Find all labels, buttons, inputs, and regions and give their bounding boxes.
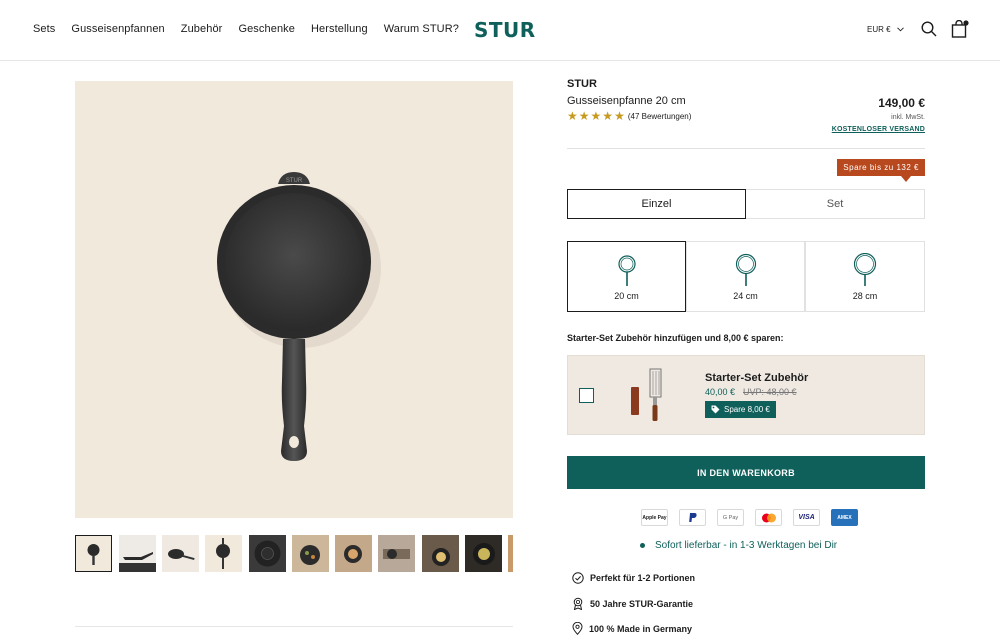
review-count[interactable]: (47 Bewertungen) <box>628 112 692 121</box>
star-icon: ★ <box>578 109 590 123</box>
pan-stamp-text: STUR <box>286 178 303 184</box>
upsell-save-tag: Spare 8,00 € <box>705 401 776 418</box>
size-option-28[interactable]: 28 cm <box>805 241 925 312</box>
apple-pay-icon: Apple Pay <box>641 509 668 526</box>
award-icon <box>573 597 583 610</box>
site-logo[interactable]: STUR <box>474 18 536 42</box>
upsell-checkbox[interactable] <box>579 388 594 403</box>
product-brand: STUR <box>567 78 597 90</box>
pan-size-icon <box>735 253 756 286</box>
currency-selector[interactable]: EUR € <box>867 25 904 34</box>
nav-herstellung[interactable]: Herstellung <box>311 23 368 35</box>
nav-gusseisenpfannen[interactable]: Gusseisenpfannen <box>71 23 164 35</box>
thumbnail-4[interactable] <box>205 535 242 572</box>
star-icon: ★ <box>614 109 625 123</box>
visa-icon: VISA <box>793 509 820 526</box>
thumbnail-7[interactable] <box>335 535 372 572</box>
thumbnail-8[interactable] <box>378 535 415 572</box>
feature-portions: Perfekt für 1-2 Portionen <box>572 572 695 584</box>
delivery-status: Sofort lieferbar - in 1-3 Werktagen bei … <box>640 540 837 551</box>
search-icon[interactable] <box>921 21 937 37</box>
feature-text: Perfekt für 1-2 Portionen <box>590 573 696 583</box>
option-set[interactable]: Set <box>746 189 925 219</box>
feature-guarantee: 50 Jahre STUR-Garantie <box>572 597 693 610</box>
product-rating[interactable]: ★ ★ ★ ★ ★ (47 Bewertungen) <box>567 110 691 122</box>
product-main-image[interactable]: STUR <box>75 81 513 518</box>
in-stock-dot-icon <box>640 543 645 548</box>
nav-warum-stur[interactable]: Warum STUR? <box>384 23 459 35</box>
site-header: Sets Gusseisenpfannen Zubehör Geschenke … <box>0 0 1000 61</box>
size-option-20[interactable]: 20 cm <box>567 241 686 312</box>
star-icon: ★ <box>567 109 578 123</box>
size-label: 28 cm <box>852 291 878 301</box>
main-nav: Sets Gusseisenpfannen Zubehör Geschenke … <box>33 23 459 35</box>
starter-set-image <box>631 368 662 421</box>
mastercard-icon <box>755 509 782 526</box>
thumbnail-2[interactable] <box>119 535 156 572</box>
amex-icon: AMEX <box>831 509 858 526</box>
upsell-heading: Starter-Set Zubehör hinzufügen und 8,00 … <box>567 333 784 343</box>
check-circle-icon <box>572 572 584 584</box>
feature-text: 50 Jahre STUR-Garantie <box>590 598 694 609</box>
save-badge: Spare bis zu 132 € <box>837 159 925 182</box>
chevron-down-icon <box>896 27 904 32</box>
feature-text: 100 % Made in Germany <box>589 623 693 634</box>
option-einzel[interactable]: Einzel <box>567 189 746 219</box>
pan-size-icon <box>617 255 636 286</box>
thumbnail-6[interactable] <box>292 535 329 572</box>
gallery-divider <box>75 626 513 627</box>
upsell-name: Starter-Set Zubehör <box>705 372 809 384</box>
paypal-icon <box>679 509 706 526</box>
thumbnail-9[interactable] <box>422 535 459 572</box>
product-price: 149,00 € <box>878 96 925 110</box>
location-pin-icon <box>572 622 583 635</box>
currency-label: EUR € <box>867 25 891 34</box>
thumbnail-3[interactable] <box>162 535 199 572</box>
nav-zubehoer[interactable]: Zubehör <box>181 23 223 35</box>
upsell-price: 40,00 € <box>705 387 736 397</box>
thumbnail-strip <box>75 535 513 572</box>
size-label: 24 cm <box>733 291 758 301</box>
add-to-cart-button[interactable]: IN DEN WARENKORB <box>567 456 925 489</box>
free-shipping-link[interactable]: KOSTENLOSER VERSAND <box>832 126 925 133</box>
upsell-save-label: Spare 8,00 € <box>724 405 770 414</box>
star-icon: ★ <box>590 109 602 123</box>
upsell-box: Starter-Set Zubehör 40,00 € UVP: 48,00 €… <box>567 355 925 435</box>
cast-iron-pan-image: STUR <box>217 172 381 461</box>
info-divider <box>567 148 925 149</box>
thumbnail-5[interactable] <box>249 535 286 572</box>
nav-geschenke[interactable]: Geschenke <box>238 23 295 35</box>
shopping-bag-icon[interactable] <box>951 20 969 38</box>
size-label: 20 cm <box>614 291 639 301</box>
thumbnail-1[interactable] <box>75 535 112 572</box>
nav-sets[interactable]: Sets <box>33 23 55 35</box>
star-icon: ★ <box>602 109 614 123</box>
product-title: Gusseisenpfanne 20 cm <box>567 95 686 107</box>
pan-size-icon <box>853 253 877 286</box>
tag-icon <box>711 405 720 414</box>
thumbnail-10[interactable] <box>465 535 502 572</box>
size-option-24[interactable]: 24 cm <box>686 241 805 312</box>
google-pay-icon: G Pay <box>717 509 744 526</box>
delivery-text: Sofort lieferbar - in 1-3 Werktagen bei … <box>655 540 838 551</box>
upsell-old-price: UVP: 48,00 € <box>743 387 797 397</box>
tax-note: inkl. MwSt. <box>891 114 925 121</box>
payment-icons: Apple Pay G Pay VISA AMEX <box>641 509 858 526</box>
feature-made-in-germany: 100 % Made in Germany <box>572 622 692 635</box>
thumbnail-11[interactable] <box>508 535 513 572</box>
